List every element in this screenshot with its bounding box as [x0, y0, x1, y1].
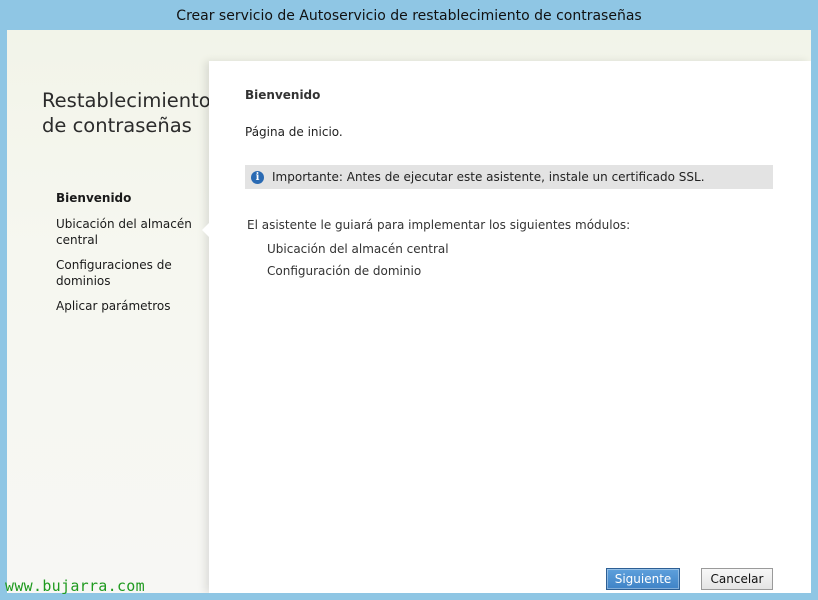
step-ubicacion-almacen-central[interactable]: Ubicación del almacén central [56, 216, 206, 248]
module-item: Ubicación del almacén central [267, 242, 449, 256]
wizard-window: Crear servicio de Autoservicio de restab… [0, 0, 818, 600]
modules-list: Ubicación del almacén central Configurac… [267, 241, 449, 285]
title-bar[interactable]: Crear servicio de Autoservicio de restab… [0, 0, 818, 30]
step-aplicar-parametros[interactable]: Aplicar parámetros [56, 298, 206, 314]
page-heading: Bienvenido [245, 88, 321, 102]
intro-text: El asistente le guiará para implementar … [247, 218, 631, 232]
info-text: Importante: Antes de ejecutar este asist… [272, 170, 705, 184]
window-title: Crear servicio de Autoservicio de restab… [176, 8, 642, 24]
sidebar-title: Restablecimiento de contraseñas [42, 89, 211, 137]
page-subheading: Página de inicio. [245, 125, 343, 139]
step-configuraciones-dominios[interactable]: Configuraciones de dominios [56, 257, 206, 289]
module-item: Configuración de dominio [267, 264, 422, 278]
info-icon: i [251, 170, 264, 184]
active-step-pointer [202, 223, 209, 237]
content-panel: Bienvenido Página de inicio. i Important… [202, 61, 811, 593]
watermark-text: www.bujarra.com [5, 577, 145, 595]
important-info-bar: i Importante: Antes de ejecutar este asi… [245, 165, 773, 189]
next-button[interactable]: Siguiente [606, 568, 680, 590]
cancel-button[interactable]: Cancelar [701, 568, 773, 590]
step-bienvenido[interactable]: Bienvenido [56, 190, 206, 206]
wizard-steps-nav: Bienvenido Ubicación del almacén central… [56, 190, 206, 323]
wizard-client-area: Restablecimiento de contraseñas Bienveni… [7, 30, 811, 593]
